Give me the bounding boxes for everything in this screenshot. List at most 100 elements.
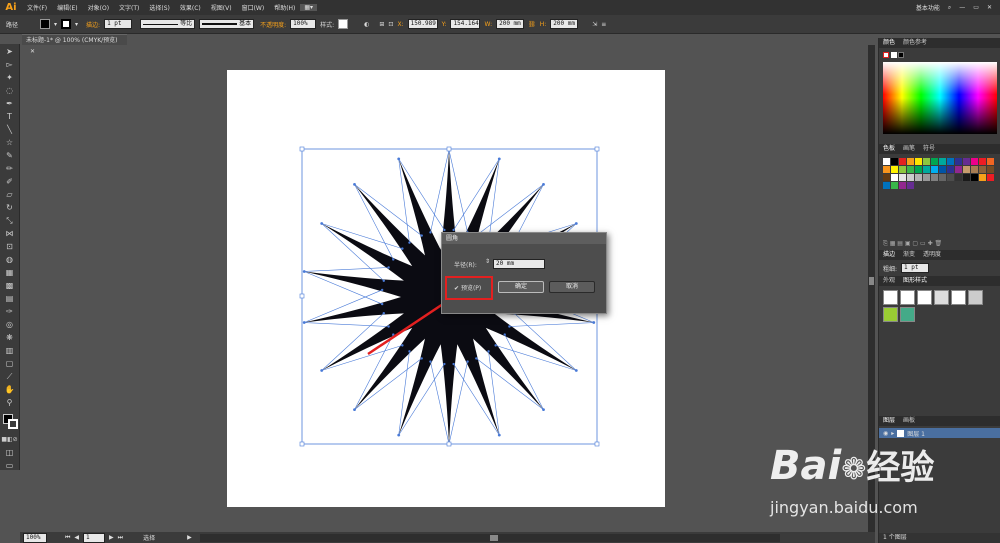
anchor-point[interactable] <box>392 258 395 261</box>
anchor-point[interactable] <box>429 360 432 363</box>
anchor-point[interactable] <box>382 312 385 315</box>
anchor-point[interactable] <box>497 157 501 161</box>
color-swatch[interactable] <box>899 174 906 181</box>
color-swatch[interactable] <box>963 158 970 165</box>
cancel-button[interactable]: 取消 <box>549 281 595 293</box>
color-swatch[interactable] <box>931 166 938 173</box>
color-swatch[interactable] <box>979 158 986 165</box>
anchor-point[interactable] <box>542 408 545 412</box>
anchor-point[interactable] <box>443 228 446 232</box>
anchor-point[interactable] <box>429 231 432 234</box>
anchor-point[interactable] <box>494 344 497 347</box>
color-swatch[interactable] <box>939 174 946 181</box>
anchor-point[interactable] <box>497 433 501 437</box>
anchor-point[interactable] <box>443 362 446 366</box>
anchor-point[interactable] <box>401 344 404 347</box>
page-field[interactable]: 1 <box>83 532 106 543</box>
color-swatch[interactable] <box>907 166 914 173</box>
anchor-point[interactable] <box>302 270 306 273</box>
status-menu-icon[interactable]: ▶ <box>187 534 192 541</box>
tab-gradient[interactable]: 渐变 <box>903 250 915 260</box>
color-swatch[interactable] <box>979 166 986 173</box>
zoom-field[interactable]: 100% <box>23 532 47 543</box>
anchor-point[interactable] <box>382 279 385 282</box>
color-swatch[interactable] <box>955 174 962 181</box>
color-swatch[interactable] <box>979 174 986 181</box>
color-swatch[interactable] <box>939 158 946 165</box>
color-swatch[interactable] <box>947 166 954 173</box>
color-swatch[interactable] <box>971 166 978 173</box>
color-swatch[interactable] <box>891 166 898 173</box>
swatches-grid[interactable] <box>879 154 1000 240</box>
anchor-point[interactable] <box>380 302 384 306</box>
color-swatch[interactable] <box>947 158 954 165</box>
color-swatch[interactable] <box>923 166 930 173</box>
color-swatch[interactable] <box>907 174 914 181</box>
graphic-style-thumb[interactable] <box>968 290 983 305</box>
tab-color[interactable]: 颜色 <box>883 38 895 48</box>
anchor-point[interactable] <box>452 362 455 366</box>
graphic-style-thumb[interactable] <box>934 290 949 305</box>
graphic-style-thumb[interactable] <box>883 290 898 305</box>
color-swatch[interactable] <box>899 166 906 173</box>
last-page-icon[interactable]: ⏭ <box>118 534 123 542</box>
color-swatch[interactable] <box>907 182 914 189</box>
anchor-point[interactable] <box>408 350 411 353</box>
color-swatch[interactable] <box>883 174 890 181</box>
color-swatch[interactable] <box>891 174 898 181</box>
expand-layer-icon[interactable]: ▸ <box>891 430 894 437</box>
graphic-style-thumb[interactable] <box>883 307 898 322</box>
graphic-style-thumb[interactable] <box>917 290 932 305</box>
color-swatch[interactable] <box>955 158 962 165</box>
visibility-eye-icon[interactable]: ◉ <box>883 430 888 437</box>
anchor-point[interactable] <box>401 247 404 250</box>
layer-row[interactable]: ◉ ▸ 图层 1 <box>879 428 1000 438</box>
color-swatch[interactable] <box>891 182 898 189</box>
layer-name[interactable]: 图层 1 <box>907 429 925 438</box>
color-swatch[interactable] <box>899 158 906 165</box>
anchor-point[interactable] <box>408 241 411 244</box>
color-swatch[interactable] <box>939 166 946 173</box>
radius-input[interactable]: 20 mm <box>493 259 545 269</box>
anchor-point[interactable] <box>397 433 401 437</box>
color-swatch[interactable] <box>907 158 914 165</box>
anchor-point[interactable] <box>380 288 384 292</box>
tab-transparency[interactable]: 透明度 <box>923 250 941 260</box>
color-swatch[interactable] <box>883 166 890 173</box>
color-swatch[interactable] <box>923 174 930 181</box>
color-swatch[interactable] <box>971 174 978 181</box>
anchor-point[interactable] <box>508 325 511 328</box>
color-swatch[interactable] <box>971 158 978 165</box>
color-spectrum[interactable] <box>883 62 997 134</box>
anchor-point[interactable] <box>574 369 578 372</box>
white-swatch[interactable] <box>891 52 897 58</box>
ok-button[interactable]: 确定 <box>498 281 544 293</box>
color-swatch[interactable] <box>987 174 994 181</box>
stroke-weight-input[interactable]: 1 pt <box>901 263 930 273</box>
tab-brushes[interactable]: 画笔 <box>903 144 915 154</box>
color-swatch[interactable] <box>963 166 970 173</box>
anchor-point[interactable] <box>503 333 506 336</box>
anchor-point[interactable] <box>420 357 423 360</box>
prev-page-icon[interactable]: ◀ <box>74 534 79 541</box>
anchor-point[interactable] <box>574 222 578 225</box>
anchor-point[interactable] <box>320 222 324 225</box>
color-swatch[interactable] <box>923 158 930 165</box>
tab-swatches[interactable]: 色板 <box>883 144 895 154</box>
tab-layers[interactable]: 图层 <box>883 416 895 426</box>
anchor-point[interactable] <box>420 234 423 237</box>
color-swatch[interactable] <box>963 174 970 181</box>
color-swatch[interactable] <box>987 158 994 165</box>
none-color-icon[interactable] <box>883 52 889 58</box>
next-page-icon[interactable]: ▶ <box>109 534 114 541</box>
anchor-point[interactable] <box>320 369 324 372</box>
anchor-point[interactable] <box>387 325 390 328</box>
tab-appearance[interactable]: 外观 <box>883 276 895 286</box>
graphic-styles-grid[interactable] <box>879 286 1000 416</box>
anchor-point[interactable] <box>353 408 356 412</box>
black-swatch[interactable] <box>898 52 904 58</box>
radius-stepper-icon[interactable]: ⇕ <box>485 258 490 265</box>
anchor-point[interactable] <box>397 157 401 161</box>
anchor-point[interactable] <box>353 182 356 186</box>
graphic-style-thumb[interactable] <box>900 307 915 322</box>
